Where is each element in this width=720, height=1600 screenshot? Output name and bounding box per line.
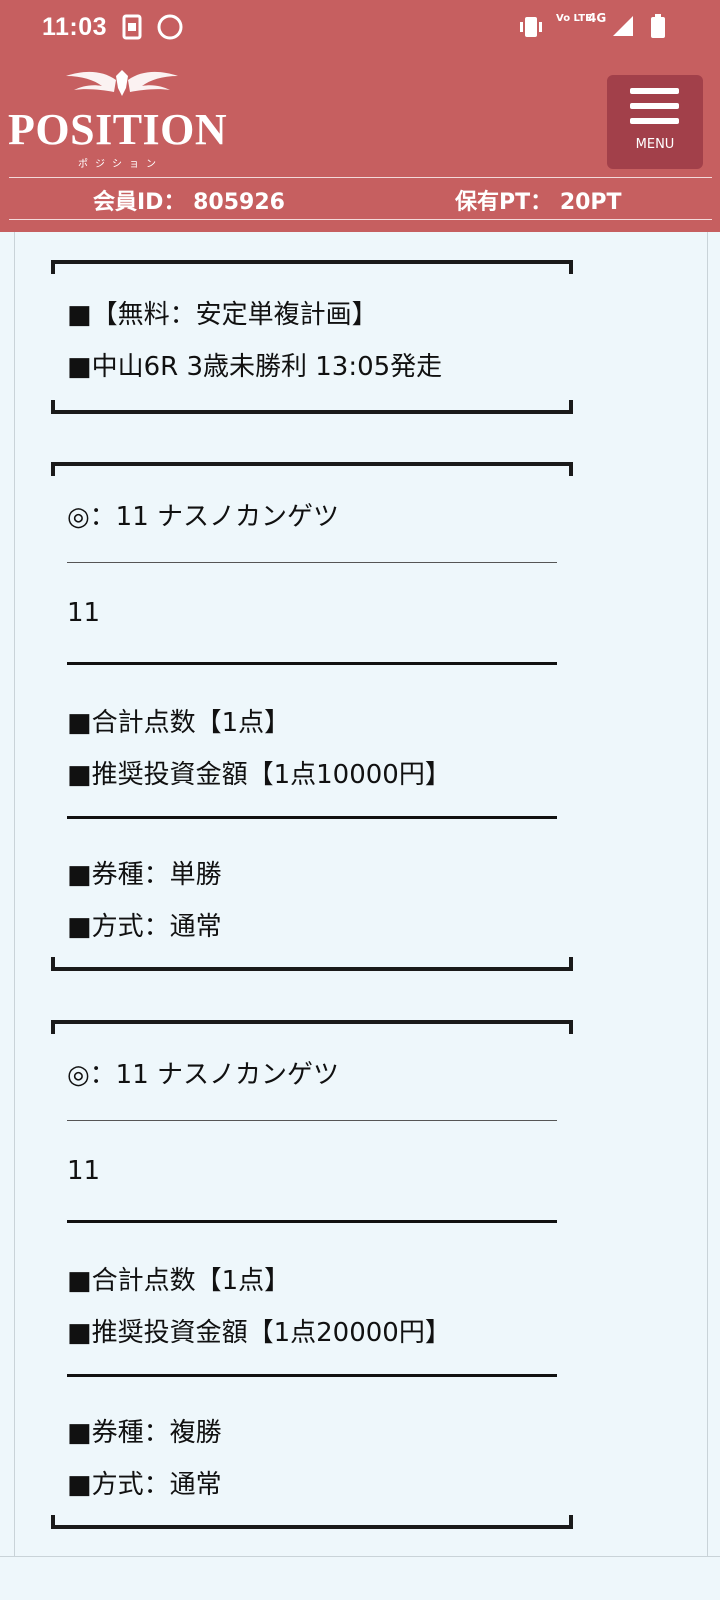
divider [67, 1120, 557, 1121]
network-type: 4G [588, 11, 607, 25]
winged-emblem-icon [62, 66, 182, 106]
battery-icon [651, 14, 665, 40]
points-value: 20PT [559, 190, 622, 215]
status-time: 11:03 [42, 13, 108, 41]
menu-label: MENU [635, 137, 675, 152]
total-points: ■合計点数【1点】 [67, 708, 291, 738]
divider [67, 662, 557, 665]
hamburger-icon [630, 88, 679, 94]
divider [67, 1374, 557, 1377]
hamburger-icon-bar [630, 118, 679, 124]
recommended-amount: ■推奨投資金額【1点10000円】 [67, 760, 451, 790]
divider [67, 1220, 557, 1223]
member-info-row: 会員ID： 805926 保有PT： 20PT [0, 178, 720, 220]
race-info: ■中山6R 3歳未勝利 13:05発走 [67, 352, 443, 382]
plan-title: ■【無料：安定単複計画】 [67, 300, 378, 330]
bottom-bar [0, 1556, 720, 1600]
pick-horse: ◎：11 ナスノカンゲツ [67, 1060, 340, 1090]
divider [67, 816, 557, 819]
site-logo[interactable]: POSITION ポジション [8, 66, 238, 170]
site-header: POSITION ポジション MENU 会員ID： 805926 保有PT： 2… [0, 58, 720, 232]
total-points: ■合計点数【1点】 [67, 1266, 291, 1296]
points-label: 保有PT： [455, 190, 553, 215]
hamburger-icon-bar [630, 103, 679, 109]
prediction-content[interactable]: ■【無料：安定単複計画】 ■中山6R 3歳未勝利 13:05発走 ◎：11 ナス… [14, 232, 708, 1556]
logo-kana: ポジション [78, 159, 163, 170]
recommended-amount: ■推奨投資金額【1点20000円】 [67, 1318, 451, 1348]
ticket-type: ■券種：単勝 [67, 860, 222, 890]
pick-number: 11 [67, 598, 101, 628]
bet-block-win: ◎：11 ナスノカンゲツ 11 ■合計点数【1点】 ■推奨投資金額【1点1000… [51, 462, 573, 971]
pick-horse: ◎：11 ナスノカンゲツ [67, 502, 340, 532]
signal-icon [611, 14, 635, 38]
ticket-type: ■券種：複勝 [67, 1418, 222, 1448]
moon-icon [157, 14, 183, 40]
member-id: 会員ID： 805926 [93, 184, 285, 216]
pick-number: 11 [67, 1156, 101, 1186]
bet-method: ■方式：通常 [67, 912, 222, 942]
status-bar: 11:03 Vo LTE 4G [0, 0, 720, 58]
logo-wordmark: POSITION [8, 105, 228, 154]
points-balance: 保有PT： 20PT [455, 184, 622, 216]
vibrate-icon [517, 14, 545, 40]
screen-share-icon [122, 14, 142, 40]
member-id-value: 805926 [193, 190, 285, 215]
menu-button[interactable]: MENU [607, 75, 703, 169]
bet-block-place: ◎：11 ナスノカンゲツ 11 ■合計点数【1点】 ■推奨投資金額【1点2000… [51, 1020, 573, 1529]
plan-title-block: ■【無料：安定単複計画】 ■中山6R 3歳未勝利 13:05発走 [51, 260, 573, 414]
divider [67, 562, 557, 563]
volte-icon: Vo LTE [556, 13, 592, 24]
member-id-label: 会員ID： [93, 190, 186, 215]
bet-method: ■方式：通常 [67, 1470, 222, 1500]
header-divider [9, 219, 712, 220]
